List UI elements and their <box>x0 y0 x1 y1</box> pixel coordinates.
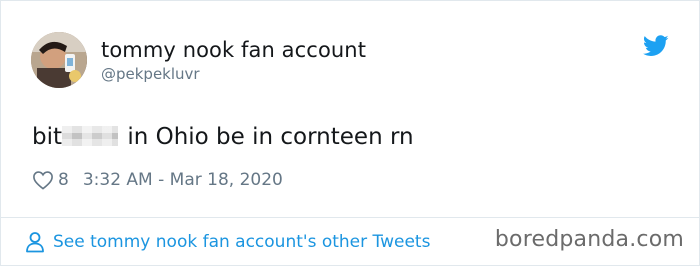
other-tweets-link[interactable]: See tommy nook fan account's other Tweet… <box>25 229 430 255</box>
censor-blur <box>62 126 119 146</box>
tweet-text-end: in Ohio be in cornteen rn <box>120 124 414 150</box>
twitter-bird-icon[interactable] <box>642 35 669 57</box>
boredpanda-watermark: boredpanda.com <box>494 227 684 252</box>
divider <box>1 217 699 218</box>
author-names: tommy nook fan account @pekpekluvr <box>101 37 366 84</box>
author-handle[interactable]: @pekpekluvr <box>101 64 366 84</box>
heart-icon[interactable] <box>32 170 54 190</box>
tweet-header: tommy nook fan account @pekpekluvr <box>31 29 366 91</box>
tweet-card: tommy nook fan account @pekpekluvr bit i… <box>0 0 700 266</box>
tweet-text: bit in Ohio be in cornteen rn <box>32 121 414 153</box>
tweet-text-start: bit <box>32 124 63 150</box>
like-count[interactable]: 8 <box>58 170 69 190</box>
tweet-timestamp[interactable]: 3:32 AM - Mar 18, 2020 <box>83 170 283 190</box>
person-icon <box>25 231 45 253</box>
avatar-photo-icon <box>31 32 87 88</box>
author-display-name[interactable]: tommy nook fan account <box>101 37 366 63</box>
tweet-meta: 8 3:32 AM - Mar 18, 2020 <box>32 167 283 193</box>
avatar[interactable] <box>31 32 87 88</box>
other-tweets-label[interactable]: See tommy nook fan account's other Tweet… <box>53 232 430 252</box>
